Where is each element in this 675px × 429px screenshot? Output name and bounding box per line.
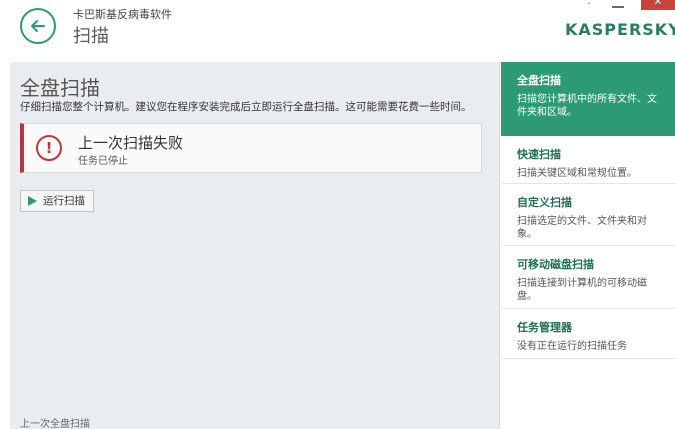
sidebar-item-custom-scan[interactable]: 自定义扫描 扫描选定的文件、文件夹和对象。 [501,184,675,246]
sidebar-item-task-manager[interactable]: 任务管理器 没有正在运行的扫描任务 [501,309,675,359]
minimize-button[interactable] [612,6,624,8]
status-subtitle: 任务已停止 [78,156,128,167]
logo-text: KASPERSKY [565,20,675,39]
kaspersky-logo: KASPERSKYlab [565,20,675,39]
sidebar-item-desc: 没有正在运行的扫描任务 [517,341,627,352]
scan-description: 仔细扫描您整个计算机。建议您在程序安装完成后立即运行全盘扫描。这可能需要花费一些… [20,101,472,113]
run-scan-button[interactable]: 运行扫描 [20,190,94,212]
sidebar-item-title: 可移动磁盘扫描 [517,258,594,271]
header: 卡巴斯基反病毒软件 扫描 ⋮ ✕ KASPERSKYlab [0,0,675,58]
run-scan-label: 运行扫描 [43,195,85,207]
play-icon [28,196,37,206]
scan-type-sidebar: 全盘扫描 扫描您计算机中的所有文件、文件夹和区域。 快速扫描 扫描关键区域和常规… [501,62,675,429]
sidebar-item-desc: 扫描关键区域和常规位置。 [517,168,637,179]
sidebar-item-quick-scan[interactable]: 快速扫描 扫描关键区域和常规位置。 [501,136,675,184]
menu-dots-icon[interactable]: ⋮ [583,0,595,8]
sidebar-item-removable-scan[interactable]: 可移动磁盘扫描 扫描连接到计算机的可移动磁盘。 [501,246,675,309]
status-card: ! 上一次扫描失败 任务已停止 [20,123,482,173]
back-button[interactable] [20,8,56,44]
status-title: 上一次扫描失败 [78,134,184,152]
sidebar-item-title: 任务管理器 [517,321,572,334]
app-name: 卡巴斯基反病毒软件 [73,8,172,21]
arrow-left-icon [31,20,45,32]
alert-icon: ! [36,135,62,161]
sidebar-item-title: 自定义扫描 [517,196,572,209]
close-button[interactable]: ✕ [641,0,675,10]
scan-title: 全盘扫描 [20,76,100,100]
sidebar-item-title: 全盘扫描 [517,74,561,87]
sidebar-item-desc: 扫描连接到计算机的可移动磁盘。 [517,278,647,302]
main-panel: 全盘扫描 仔细扫描您整个计算机。建议您在程序安装完成后立即运行全盘扫描。这可能需… [10,62,500,429]
sidebar-item-full-scan[interactable]: 全盘扫描 扫描您计算机中的所有文件、文件夹和区域。 [501,62,675,136]
sidebar-item-title: 快速扫描 [517,148,561,161]
last-scan-label: 上一次全盘扫描 [20,419,90,429]
sidebar-item-desc: 扫描选定的文件、文件夹和对象。 [517,216,647,240]
page-title: 扫描 [73,26,109,47]
sidebar-item-desc: 扫描您计算机中的所有文件、文件夹和区域。 [517,94,657,118]
